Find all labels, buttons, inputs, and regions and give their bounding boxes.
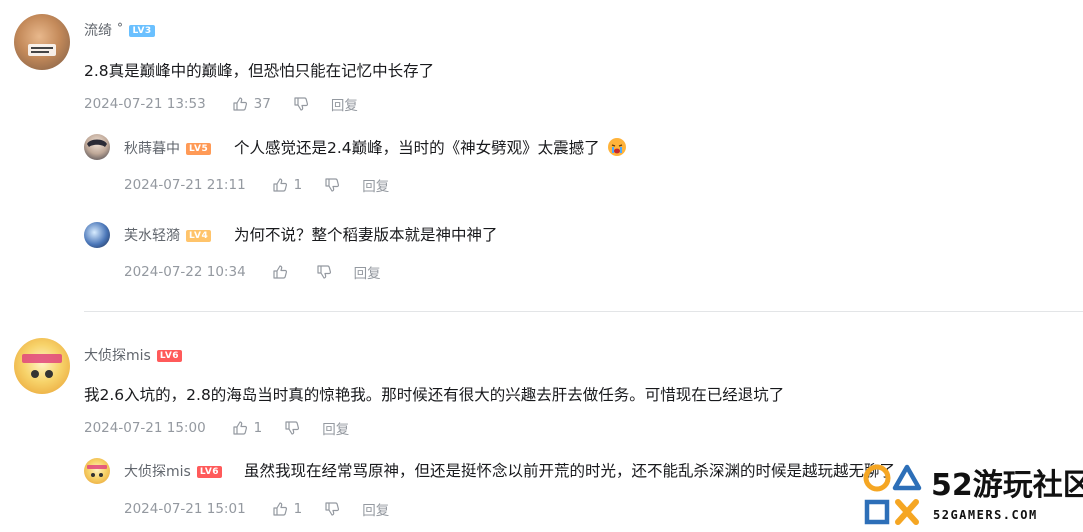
comment-text: 虽然我现在经常骂原神，但还是挺怀念以前开荒的时光，还不能乱杀深渊的时候是越玩越无…: [244, 462, 896, 480]
dislike-button[interactable]: [324, 501, 340, 517]
username[interactable]: 大侦探mis LV6: [84, 345, 183, 365]
level-badge: LV6: [196, 466, 223, 478]
username-text: 芙水轻漪: [124, 228, 180, 244]
watermark: 52游玩社区 52GAMERS.COM: [861, 456, 1083, 532]
dislike-button[interactable]: [316, 264, 332, 280]
like-count: 1: [253, 420, 263, 436]
username[interactable]: 芙水轻漪 LV4: [124, 225, 212, 245]
watermark-title: 52游玩社区: [931, 468, 1083, 503]
comment-text: 2.8真是巅峰中的巅峰，但恐怕只能在记忆中长存了: [84, 62, 435, 80]
comment-time: 2024-07-21 15:00: [84, 420, 206, 436]
thumb-up-icon: [233, 97, 247, 111]
username-text: 秋蒔暮中: [124, 141, 180, 157]
reply-button[interactable]: 回复: [354, 262, 381, 282]
reply-button[interactable]: 回复: [322, 418, 349, 438]
dislike-button[interactable]: [284, 420, 300, 436]
avatar[interactable]: [84, 458, 110, 484]
level-badge: LV5: [186, 143, 212, 155]
comment-time: 2024-07-21 15:01: [124, 501, 246, 517]
thumb-up-icon: [273, 265, 287, 279]
comment-text-content: 个人感觉还是2.4巅峰，当时的《神女劈观》太震撼了: [234, 139, 600, 157]
level-badge: LV4: [186, 230, 212, 242]
like-count: 1: [293, 177, 303, 193]
comment-time: 2024-07-21 13:53: [84, 96, 206, 112]
reply-button[interactable]: 回复: [362, 499, 389, 519]
username-text: 流绮 ˚: [84, 23, 124, 39]
reply-button[interactable]: 回复: [331, 94, 358, 114]
comment-time: 2024-07-22 10:34: [124, 264, 246, 280]
like-button[interactable]: 1: [232, 420, 263, 436]
thumb-down-icon: [325, 178, 340, 192]
comment-text: 个人感觉还是2.4巅峰，当时的《神女劈观》太震撼了: [234, 136, 627, 161]
thumb-up-icon: [233, 421, 247, 435]
comment-meta: 2024-07-22 10:34 回复: [124, 262, 403, 282]
username[interactable]: 秋蒔暮中 LV5: [124, 138, 212, 158]
like-count: 1: [293, 501, 303, 517]
thumb-down-icon: [294, 97, 308, 111]
username-text: 大侦探mis: [84, 348, 151, 364]
watermark-site: 52GAMERS.COM: [933, 508, 1038, 522]
like-button[interactable]: 37: [232, 96, 271, 112]
username[interactable]: 大侦探mis LV6: [124, 461, 223, 481]
like-button[interactable]: [272, 264, 294, 280]
reply-button[interactable]: 回复: [362, 175, 389, 195]
level-badge: LV3: [129, 25, 155, 37]
avatar[interactable]: [84, 222, 110, 248]
gamepad-symbols-icon: [863, 464, 922, 525]
comment-divider: [84, 311, 1083, 312]
thumb-down-icon: [285, 421, 300, 435]
thumb-up-icon: [273, 178, 287, 192]
avatar[interactable]: [14, 338, 70, 394]
like-count: 37: [253, 96, 271, 112]
comment-meta: 2024-07-21 15:01 1 回复: [124, 499, 411, 519]
comment-time: 2024-07-21 21:11: [124, 177, 246, 193]
comment-meta: 2024-07-21 13:53 37 回复: [84, 94, 380, 114]
comment-meta: 2024-07-21 15:00 1 回复: [84, 418, 371, 438]
avatar[interactable]: [14, 14, 70, 70]
like-button[interactable]: 1: [272, 501, 303, 517]
comment-text: 我2.6入坑的，2.8的海岛当时真的惊艳我。那时候还有很大的兴趣去肝去做任务。可…: [84, 386, 785, 404]
dislike-button[interactable]: [324, 177, 340, 193]
crying-emoji-icon: [607, 137, 627, 161]
level-badge: LV6: [156, 350, 183, 362]
avatar[interactable]: [84, 134, 110, 160]
thumb-down-icon: [317, 265, 331, 279]
comment-text: 为何不说？整个稻妻版本就是神中神了: [234, 226, 498, 244]
username-text: 大侦探mis: [124, 464, 191, 480]
like-button[interactable]: 1: [272, 177, 303, 193]
thumb-down-icon: [325, 502, 340, 516]
thumb-up-icon: [273, 502, 287, 516]
comment-meta: 2024-07-21 21:11 1 回复: [124, 175, 411, 195]
dislike-button[interactable]: [293, 96, 309, 112]
username[interactable]: 流绮 ˚ LV3: [84, 20, 155, 40]
